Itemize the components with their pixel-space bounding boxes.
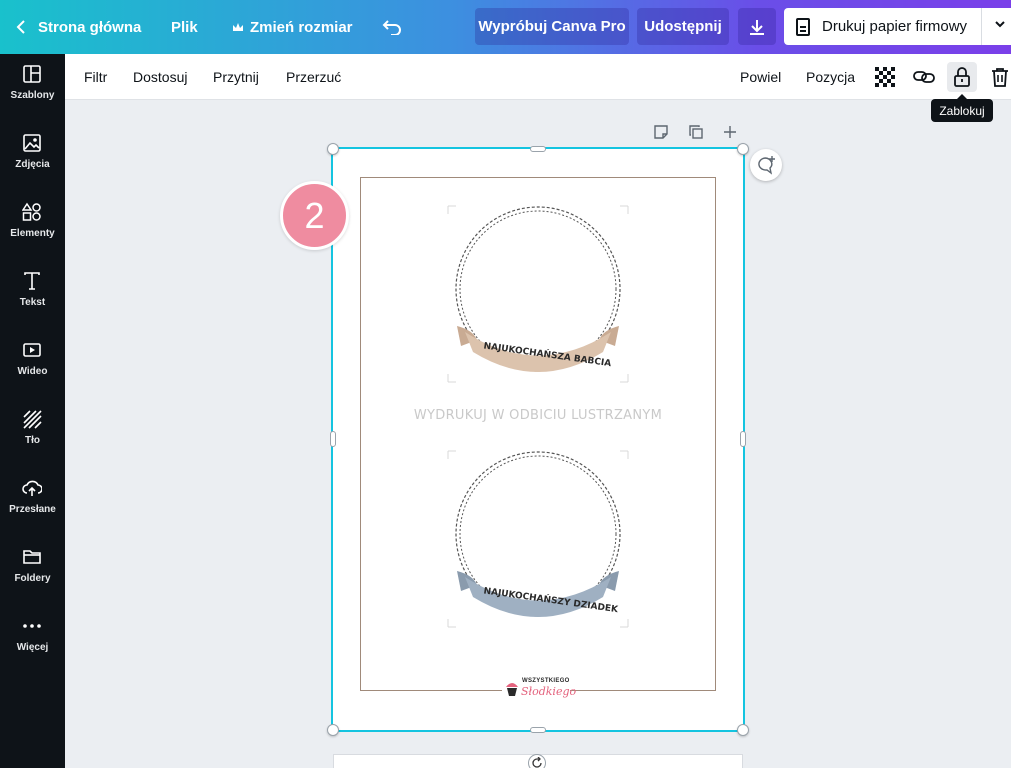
sidebar-item-more[interactable]: Więcej (0, 606, 65, 674)
document-icon (796, 17, 810, 36)
templates-icon (23, 65, 41, 83)
sidebar-item-label: Foldery (14, 573, 51, 584)
photos-icon (23, 134, 41, 152)
sidebar-item-video[interactable]: Wideo (0, 330, 65, 398)
download-button[interactable] (738, 8, 776, 45)
print-divider (981, 8, 982, 45)
cupcake-icon (506, 683, 518, 696)
position-button[interactable]: Pozycja (806, 54, 855, 100)
step-number: 2 (304, 194, 325, 236)
undo-icon (382, 20, 401, 35)
file-label: Plik (171, 18, 198, 36)
resize-handle-top-right[interactable] (737, 143, 749, 155)
sidebar-item-label: Przesłane (9, 504, 56, 515)
tooltip-label: Zablokuj (939, 103, 985, 118)
resize-button[interactable]: Zmień rozmiar (232, 0, 353, 54)
link-button[interactable] (910, 63, 938, 91)
resize-handle-left[interactable] (330, 431, 336, 447)
sidebar-item-templates[interactable]: Szablony (0, 54, 65, 122)
page-note-button[interactable] (651, 122, 671, 142)
duplicate-button[interactable]: Powiel (740, 54, 781, 100)
sidebar-item-label: Więcej (16, 642, 49, 653)
logo-text-top: WSZYSTKIEGO (522, 678, 570, 684)
duplicate-page-button[interactable] (686, 122, 706, 142)
rotate-handle[interactable] (528, 754, 546, 768)
download-icon (750, 19, 764, 35)
resize-handle-top[interactable] (530, 146, 546, 152)
file-menu[interactable]: Plik (171, 0, 198, 54)
trash-icon (992, 68, 1008, 87)
unlock-icon (954, 67, 970, 87)
resize-handle-top-left[interactable] (327, 143, 339, 155)
sidebar-item-label: Szablony (10, 90, 55, 101)
flip-button[interactable]: Przerzuć (286, 54, 341, 100)
undo-button[interactable] (382, 0, 402, 54)
background-icon (23, 410, 42, 429)
position-label: Pozycja (806, 69, 856, 85)
upload-icon (22, 480, 42, 496)
filter-button[interactable]: Filtr (84, 54, 107, 100)
video-icon (23, 343, 41, 357)
design-page[interactable]: NAJUKOCHAŃSZA BABCIA NAJUKOCHAŃSZY DZIAD… (331, 147, 745, 732)
folder-icon (23, 550, 41, 564)
mirror-print-note: WYDRUKUJ W ODBICIU LUSTRZANYM (413, 408, 663, 423)
comment-button[interactable] (750, 149, 782, 181)
plus-icon (724, 126, 736, 138)
crown-icon (233, 22, 243, 31)
print-label: Drukuj papier firmowy (822, 18, 968, 35)
sidebar: Szablony Zdjęcia Elementy Tekst Wideo Tł… (0, 54, 65, 768)
comment-add-icon (758, 156, 775, 175)
chevron-left-icon (16, 20, 25, 34)
print-button[interactable]: Drukuj papier firmowy (784, 8, 1011, 45)
resize-handle-right[interactable] (740, 431, 746, 447)
try-pro-button[interactable]: Wypróbuj Canva Pro (475, 8, 629, 45)
share-label: Udostępnij (644, 18, 722, 35)
text-icon (24, 272, 40, 290)
resize-handle-bottom[interactable] (530, 727, 546, 733)
sidebar-item-text[interactable]: Tekst (0, 261, 65, 329)
lock-button[interactable] (947, 62, 977, 92)
lock-tooltip: Zablokuj (931, 94, 993, 122)
delete-button[interactable] (986, 63, 1011, 91)
note-icon (654, 125, 668, 139)
transparency-button[interactable] (871, 63, 899, 91)
chevron-down-icon[interactable] (994, 18, 1006, 30)
sidebar-item-photos[interactable]: Zdjęcia (0, 123, 65, 191)
step-badge: 2 (280, 181, 349, 250)
home-button[interactable]: Strona główna (16, 0, 141, 54)
filter-label: Filtr (84, 69, 108, 85)
home-label: Strona główna (38, 18, 142, 36)
share-button[interactable]: Udostępnij (637, 8, 729, 45)
sidebar-item-label: Wideo (17, 366, 48, 377)
logo-text-bottom: Słodkiego (521, 685, 577, 698)
resize-label: Zmień rozmiar (250, 18, 353, 36)
elements-icon (22, 202, 41, 221)
transparency-icon (875, 67, 895, 87)
flip-label: Przerzuć (286, 69, 342, 85)
crop-label: Przytnij (213, 69, 259, 85)
brand-logo: WSZYSTKIEGO Słodkiego (502, 676, 576, 702)
sidebar-item-elements[interactable]: Elementy (0, 192, 65, 260)
sidebar-item-label: Zdjęcia (15, 159, 50, 170)
more-icon (23, 624, 41, 628)
try-pro-label: Wypróbuj Canva Pro (478, 18, 626, 35)
rotate-icon (532, 757, 542, 768)
sidebar-item-background[interactable]: Tło (0, 399, 65, 467)
sidebar-item-label: Tło (25, 435, 40, 446)
duplicate-label: Powiel (740, 69, 782, 85)
sidebar-item-label: Tekst (19, 297, 46, 308)
crop-button[interactable]: Przytnij (213, 54, 259, 100)
context-toolbar: Filtr Dostosuj Przytnij Przerzuć Powiel … (65, 54, 1011, 100)
copy-icon (689, 125, 703, 139)
add-page-button[interactable] (720, 122, 740, 142)
resize-handle-bottom-left[interactable] (327, 724, 339, 736)
sidebar-item-folders[interactable]: Foldery (0, 537, 65, 605)
resize-handle-bottom-right[interactable] (737, 724, 749, 736)
top-bar: Strona główna Plik Zmień rozmiar Wypróbu… (0, 0, 1011, 54)
adjust-button[interactable]: Dostosuj (133, 54, 187, 100)
adjust-label: Dostosuj (133, 69, 188, 85)
sidebar-item-label: Elementy (10, 228, 55, 239)
sidebar-item-uploads[interactable]: Przesłane (0, 468, 65, 536)
link-icon (913, 71, 935, 83)
